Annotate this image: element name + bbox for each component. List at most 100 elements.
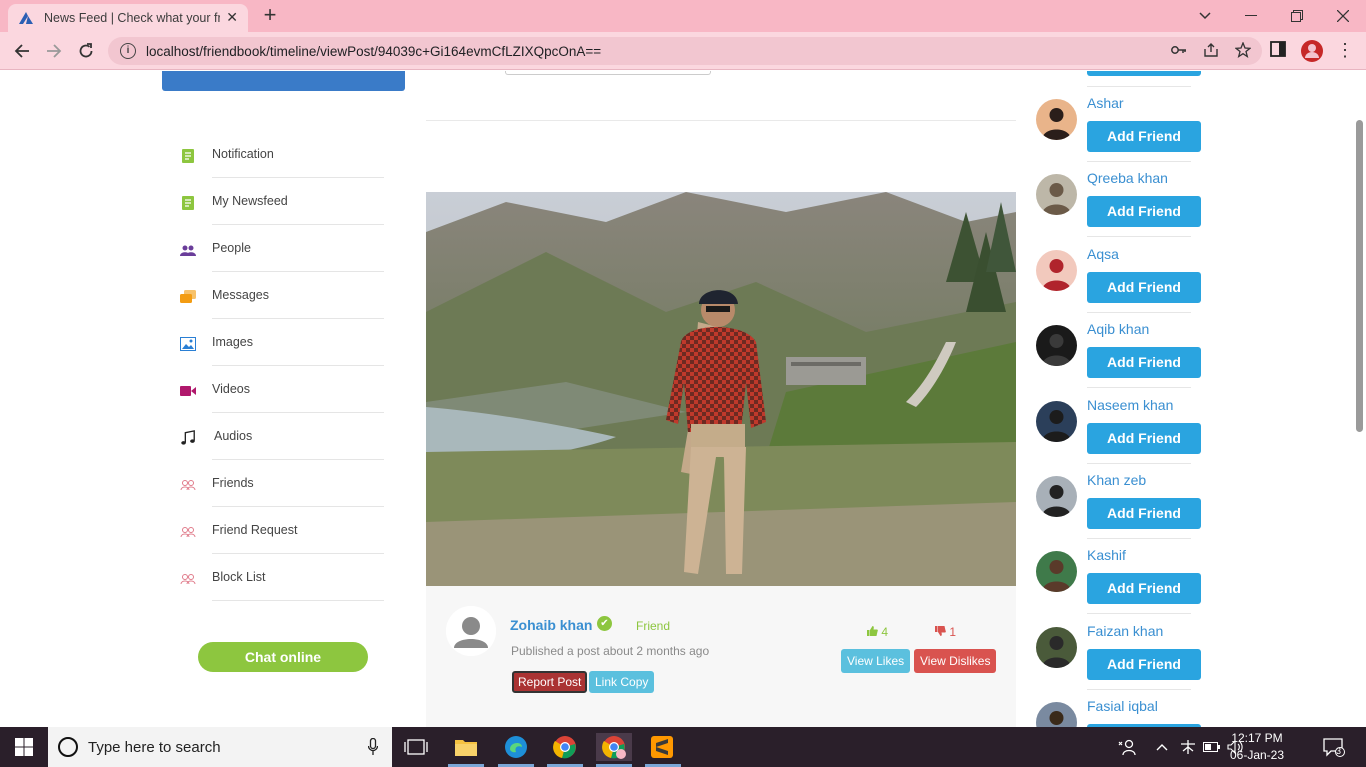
like-count-value: 4 — [881, 625, 889, 639]
suggestion-faizan-khan: Faizan khan Add Friend — [1036, 623, 1216, 698]
avatar[interactable] — [1036, 702, 1077, 727]
avatar[interactable] — [1036, 476, 1077, 517]
sublime-text-icon[interactable] — [648, 733, 676, 761]
suggestion-name[interactable]: Qreeba khan — [1087, 170, 1168, 186]
people-icon[interactable] — [1118, 727, 1136, 767]
notification-center-icon[interactable]: 3 — [1323, 727, 1345, 767]
newsfeed-icon — [180, 195, 196, 211]
divider — [1087, 387, 1191, 389]
link-copy-button[interactable]: Link Copy — [589, 671, 655, 693]
site-favicon-icon — [18, 10, 34, 26]
edge-browser-icon[interactable] — [502, 733, 530, 761]
system-clock[interactable]: 12:17 PM 06-Jan-23 — [1222, 730, 1292, 764]
sidebar-item-audios[interactable]: Audios — [175, 413, 385, 460]
sidebar-item-messages[interactable]: Messages — [175, 272, 385, 319]
add-friend-button[interactable]: Add Friend — [1087, 422, 1201, 454]
add-friend-button[interactable]: Add Friend — [1087, 648, 1201, 680]
sidebar-item-label: People — [212, 241, 251, 255]
back-arrow-icon[interactable] — [10, 39, 34, 63]
divider — [1087, 462, 1191, 464]
tab-search-icon[interactable] — [1182, 0, 1228, 32]
suggestion-name[interactable]: Kashif — [1087, 547, 1126, 563]
avatar[interactable] — [1036, 249, 1077, 291]
sidebar-item-videos[interactable]: Videos — [175, 366, 385, 413]
suggestion-name[interactable]: Khan zeb — [1087, 472, 1146, 488]
suggestion-name[interactable]: Ashar — [1087, 95, 1124, 111]
add-friend-button[interactable]: Add Friend — [1087, 498, 1201, 529]
avatar[interactable] — [1036, 174, 1077, 216]
add-friend-button[interactable]: Add Friend — [1087, 196, 1201, 228]
microphone-icon[interactable] — [367, 737, 379, 756]
sidebar-item-my-newsfeed[interactable]: My Newsfeed — [175, 178, 385, 225]
chrome-browser-icon[interactable] — [551, 733, 579, 761]
suggestion-name[interactable]: Faizan khan — [1087, 623, 1163, 639]
report-post-button[interactable]: Report Post — [512, 671, 588, 693]
divider — [1087, 538, 1191, 539]
sidebar-item-block-list[interactable]: Block List — [175, 554, 385, 601]
sidebar-item-friend-request[interactable]: Friend Request — [175, 507, 385, 554]
chrome-profile-icon[interactable] — [596, 733, 632, 761]
scrollbar-thumb[interactable] — [1356, 120, 1363, 432]
browser-menu-icon[interactable]: ⋮ — [1336, 40, 1354, 60]
add-friend-button[interactable]: Add Friend — [1087, 271, 1201, 303]
suggestion-name[interactable]: Aqib khan — [1087, 321, 1149, 337]
profile-avatar-icon[interactable] — [1301, 40, 1323, 62]
sidebar-item-people[interactable]: People — [175, 225, 385, 272]
chevron-up-icon[interactable] — [1156, 727, 1168, 767]
like-count[interactable]: 4 — [867, 625, 888, 639]
close-window-icon[interactable] — [1320, 0, 1366, 32]
author-avatar[interactable] — [446, 606, 496, 656]
windows-start-icon[interactable] — [0, 727, 48, 767]
add-friend-button[interactable]: Add Friend — [1087, 121, 1201, 152]
sidebar-item-label: Videos — [212, 382, 250, 396]
suggestion-name[interactable]: Aqsa — [1087, 246, 1119, 262]
taskbar-search[interactable]: Type here to search — [48, 727, 392, 767]
file-explorer-icon[interactable] — [452, 733, 480, 761]
address-bar[interactable]: i localhost/friendbook/timeline/viewPost… — [108, 37, 1262, 65]
divider — [1087, 161, 1191, 162]
view-dislikes-button[interactable]: View Dislikes — [914, 649, 997, 673]
reload-icon[interactable] — [74, 39, 98, 63]
avatar[interactable] — [1036, 325, 1077, 367]
friends-icon — [180, 477, 196, 493]
post-photo[interactable] — [426, 192, 1016, 586]
notification-icon — [180, 148, 196, 164]
forward-arrow-icon[interactable] — [42, 39, 66, 63]
restore-icon[interactable] — [1274, 0, 1320, 32]
suggestion-name[interactable]: Naseem khan — [1087, 397, 1173, 413]
suggestion-aqsa: Aqsa Add Friend — [1036, 246, 1216, 321]
sidebar-item-images[interactable]: Images — [175, 319, 385, 366]
touchpad-icon[interactable] — [1179, 727, 1197, 767]
avatar[interactable] — [1036, 626, 1077, 668]
password-key-icon[interactable] — [1170, 41, 1188, 59]
author-name-link[interactable]: Zohaib khan — [510, 617, 592, 633]
bookmark-star-icon[interactable] — [1234, 41, 1252, 59]
site-info-icon[interactable]: i — [120, 43, 136, 59]
suggestion-naseem-khan: Naseem khan Add Friend — [1036, 397, 1216, 472]
add-friend-button[interactable]: Add Friend — [1087, 347, 1201, 379]
battery-icon[interactable] — [1203, 727, 1221, 767]
suggestion-name[interactable]: Fasial iqbal — [1087, 698, 1158, 714]
avatar[interactable] — [1036, 400, 1077, 442]
url-text: localhost/friendbook/timeline/viewPost/9… — [146, 43, 602, 59]
side-panel-icon[interactable] — [1270, 41, 1288, 59]
dislike-count-value: 1 — [949, 625, 957, 639]
new-tab-icon[interactable]: + — [258, 4, 282, 28]
sidebar-item-friends[interactable]: Friends — [175, 460, 385, 507]
chat-online-button[interactable]: Chat online — [198, 642, 368, 672]
add-friend-button[interactable] — [1087, 71, 1201, 76]
task-view-icon[interactable] — [402, 733, 430, 761]
tab-close-icon[interactable]: ✕ — [226, 9, 238, 26]
suggestion-khan-zeb: Khan zeb Add Friend — [1036, 472, 1216, 547]
dislike-count[interactable]: 1 — [935, 625, 956, 639]
avatar[interactable] — [1036, 551, 1077, 593]
avatar[interactable] — [1036, 99, 1077, 140]
add-friend-button[interactable]: Add Friend — [1087, 573, 1201, 605]
post-textarea[interactable] — [505, 71, 711, 75]
share-icon[interactable] — [1202, 41, 1220, 59]
clock-date: 06-Jan-23 — [1229, 748, 1285, 762]
browser-tab[interactable]: News Feed | Check what your frie ✕ — [8, 4, 248, 32]
view-likes-button[interactable]: View Likes — [841, 649, 911, 673]
minimize-icon[interactable] — [1228, 0, 1274, 32]
sidebar-item-notification[interactable]: Notification — [175, 131, 385, 178]
